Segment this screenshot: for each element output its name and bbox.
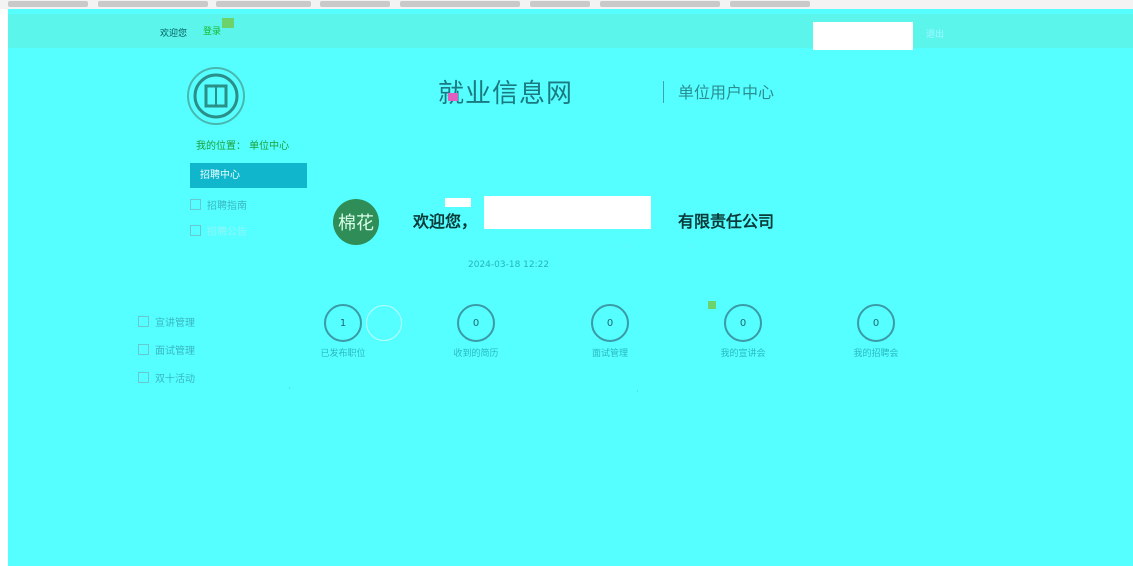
doc-icon xyxy=(138,344,149,355)
stat-circle: 0 xyxy=(457,304,495,342)
header-divider xyxy=(663,81,664,103)
logout-link[interactable]: 退出 xyxy=(926,27,944,40)
info-dot: · · · · · xyxy=(608,242,631,251)
stat-circle: 1 xyxy=(324,304,362,342)
stat-job-fairs[interactable]: 0 我的招聘会 xyxy=(831,304,921,359)
sidebar-item-recruit-center[interactable]: 招聘中心 xyxy=(190,163,307,188)
doc-icon xyxy=(138,372,149,383)
doc-icon xyxy=(190,199,201,210)
bookmark[interactable] xyxy=(98,1,208,7)
sidebar-item-double-ten[interactable]: 双十活动 xyxy=(138,370,195,385)
sidebar-item-label: 双十活动 xyxy=(155,374,195,385)
sidebar-item-guide[interactable]: 招聘指南 xyxy=(190,197,247,212)
stat-label: 收到的简历 xyxy=(453,349,499,359)
top-bar: 欢迎您 登录 退出 xyxy=(8,14,1133,50)
glitch-artifact xyxy=(708,301,716,309)
greeting-text: 欢迎您， xyxy=(413,212,478,231)
footer-tick-marker: · xyxy=(636,387,639,397)
browser-bookmarks-bar xyxy=(0,0,1133,9)
login-link[interactable]: 登录 xyxy=(203,24,221,37)
avatar-text: 棉花 xyxy=(338,213,374,234)
user-center-title: 单位用户中心 xyxy=(678,83,775,102)
doc-icon xyxy=(190,225,201,236)
stat-label: 我的招聘会 xyxy=(853,349,899,359)
info-dot: · · xyxy=(688,242,696,251)
bookmark[interactable] xyxy=(730,1,810,7)
welcome-text: 欢迎您 xyxy=(160,29,188,39)
doc-icon xyxy=(138,316,149,327)
bookmark[interactable] xyxy=(216,1,311,7)
glitch-artifact xyxy=(448,93,458,101)
stat-label: 面试管理 xyxy=(591,349,628,359)
footer-note-marker: · xyxy=(288,384,291,394)
stat-circle: 0 xyxy=(857,304,895,342)
bookmark[interactable] xyxy=(400,1,520,7)
stat-interviews[interactable]: 0 面试管理 xyxy=(565,304,655,359)
breadcrumb: 我的位置： 单位中心 xyxy=(196,141,290,152)
masked-tag xyxy=(445,198,471,207)
sidebar-item-label: 面试管理 xyxy=(155,346,195,357)
company-avatar: 棉花 xyxy=(333,199,379,245)
info-dot: · xyxy=(463,242,466,251)
masked-company-name xyxy=(484,196,651,229)
university-logo-icon xyxy=(187,67,245,125)
login-time: 2024-03-18 12:22 xyxy=(468,260,550,270)
sidebar-item-interview[interactable]: 面试管理 xyxy=(138,342,195,357)
bookmark[interactable] xyxy=(600,1,720,7)
sidebar-item-talk[interactable]: 宣讲管理 xyxy=(138,314,195,329)
stat-published-jobs[interactable]: 1 已发布职位 xyxy=(298,304,388,359)
stat-talks[interactable]: 0 我的宣讲会 xyxy=(698,304,788,359)
stat-label: 已发布职位 xyxy=(320,349,366,359)
login-time-label: · xyxy=(438,260,441,270)
stat-circle: 0 xyxy=(591,304,629,342)
site-brand-title[interactable]: 就业信息网 xyxy=(438,73,573,110)
stat-circle: 0 xyxy=(724,304,762,342)
company-suffix: 有限责任公司 xyxy=(678,212,775,231)
sidebar-item-announcement[interactable]: 招聘公告 xyxy=(190,223,247,238)
bookmark[interactable] xyxy=(530,1,590,7)
stat-received-resumes[interactable]: 0 收到的简历 xyxy=(431,304,521,359)
sidebar-item-label: 宣讲管理 xyxy=(155,318,195,329)
sidebar-item-label: 招聘指南 xyxy=(207,201,247,212)
bookmark[interactable] xyxy=(320,1,390,7)
glitch-artifact xyxy=(222,18,234,28)
masked-username xyxy=(813,22,913,50)
bookmark[interactable] xyxy=(8,1,88,7)
page-content: 欢迎您 登录 退出 就业信息网 单位用户中心 我的位置： 单位中心 招聘中心 招… xyxy=(8,9,1133,566)
stat-label: 我的宣讲会 xyxy=(720,349,766,359)
sidebar-item-label: 招聘公告 xyxy=(207,227,247,238)
